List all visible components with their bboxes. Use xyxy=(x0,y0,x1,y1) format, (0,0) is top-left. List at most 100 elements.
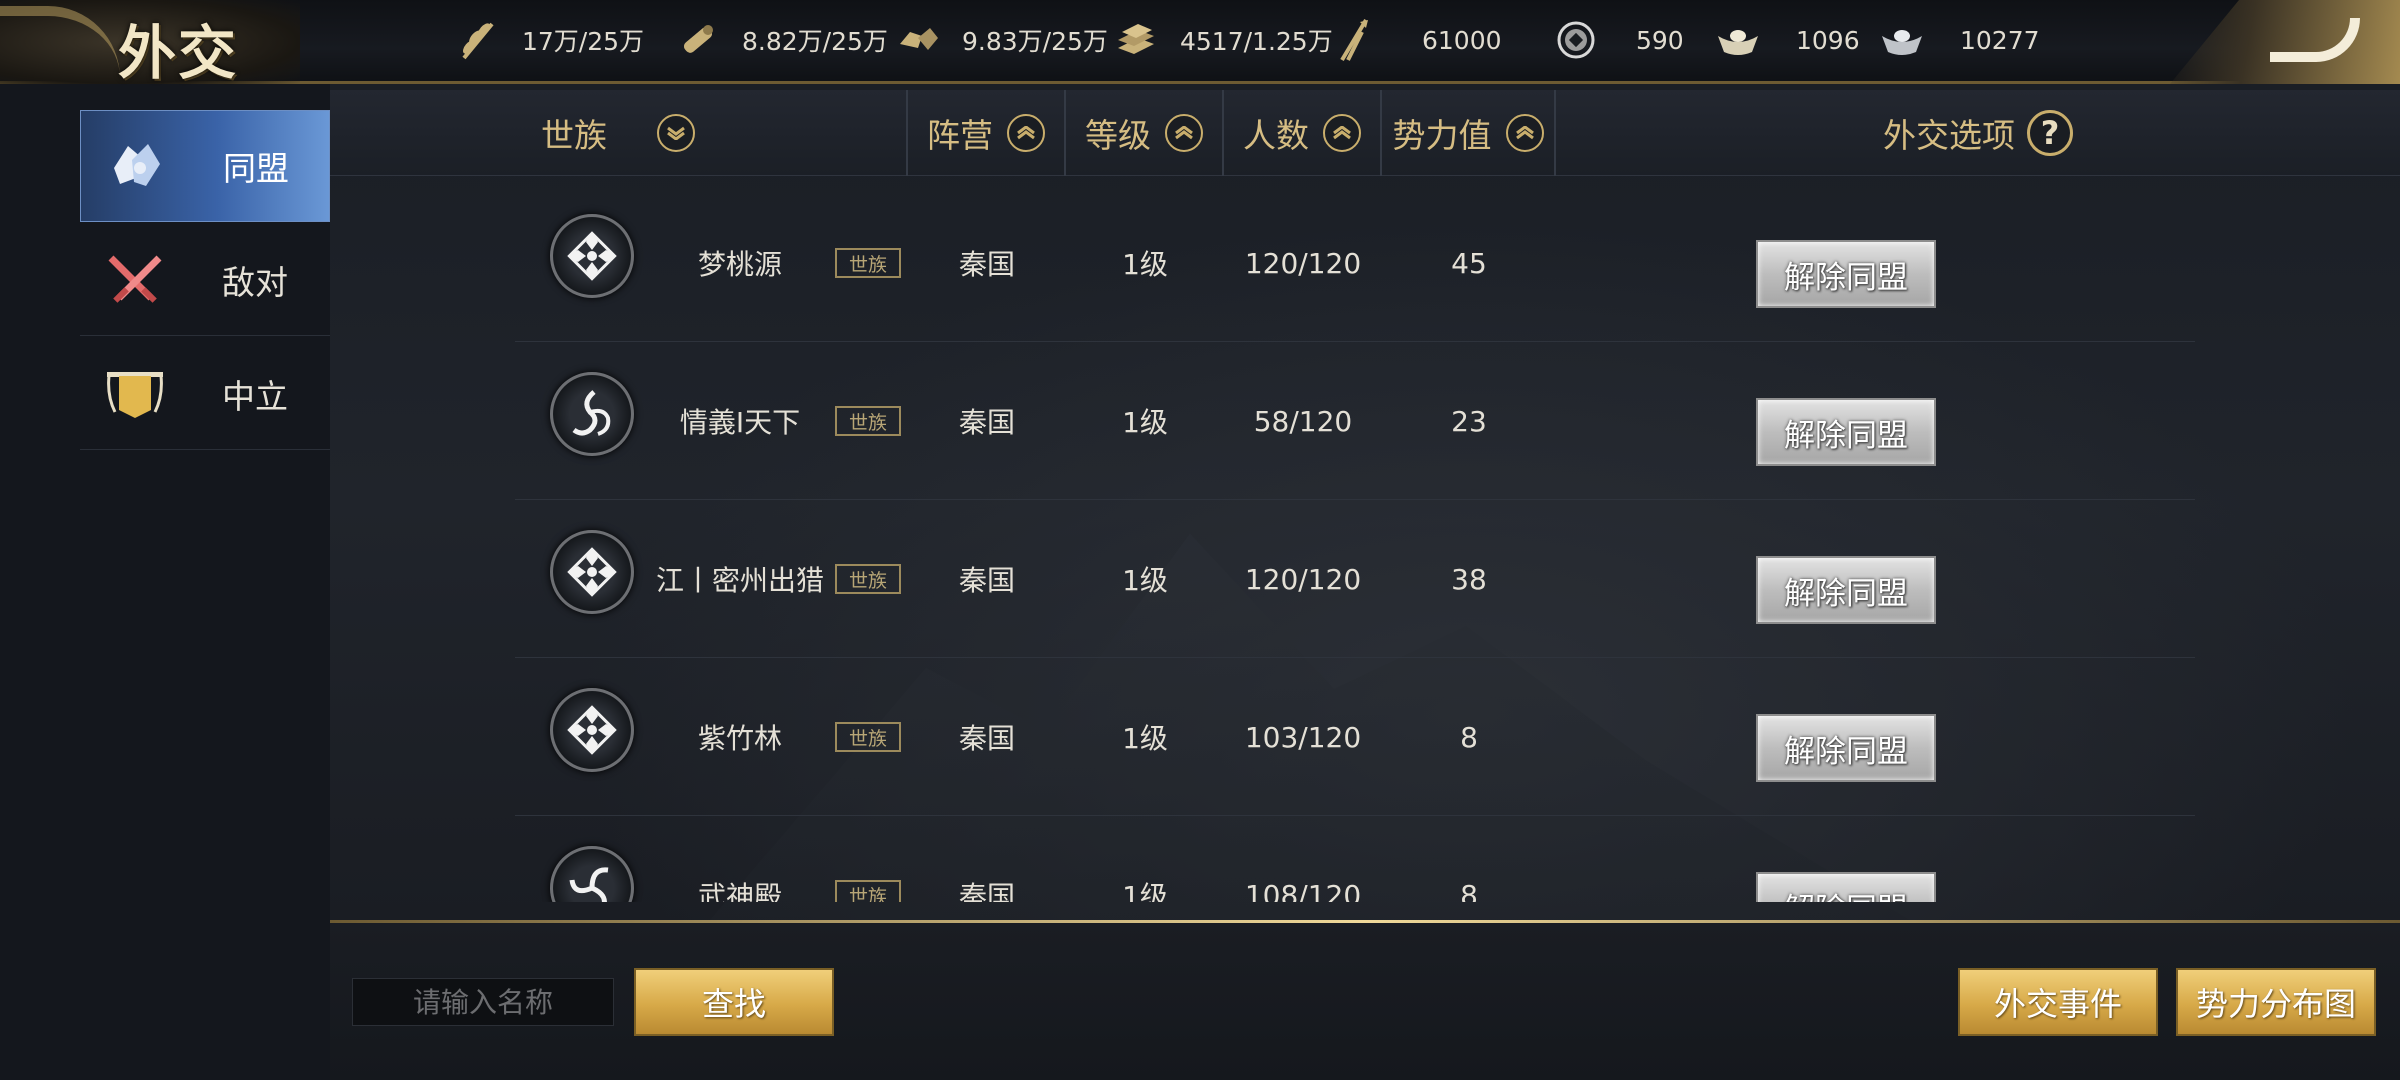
help-icon[interactable]: ? xyxy=(2027,110,2073,156)
stone-icon xyxy=(896,18,940,62)
level-cell: 1级 xyxy=(1122,564,1168,597)
level-cell: 1级 xyxy=(1122,880,1168,902)
table-row[interactable]: 江丨密州出猎 世族 秦国 1级 120/120 38 解除同盟 xyxy=(330,500,2400,658)
diplomacy-events-button[interactable]: 外交事件 xyxy=(1958,968,2158,1036)
sidebar: 同盟 敌对 中立 xyxy=(80,110,330,452)
clan-tag: 世族 xyxy=(835,722,901,752)
sidebar-item-hostile[interactable]: 敌对 xyxy=(80,224,330,336)
level-cell: 1级 xyxy=(1122,406,1168,439)
resource-value: 17万/25万 xyxy=(522,27,645,56)
table-header: 世族 阵营 等级 人数 势力值 外交选项 ? xyxy=(330,90,2400,176)
back-button[interactable] xyxy=(2170,0,2400,84)
flower-emblem-icon xyxy=(550,214,634,298)
resource-value: 8.82万/25万 xyxy=(742,27,888,56)
bottom-bar: 查找 外交事件 势力分布图 xyxy=(330,920,2400,1080)
resource-copper[interactable]: 590 xyxy=(1554,0,1684,80)
clan-name: 梦桃源 xyxy=(697,248,782,281)
sidebar-item-alliance[interactable]: 同盟 xyxy=(80,110,330,222)
level-cell: 1级 xyxy=(1122,248,1168,281)
clan-name: 武神殿 xyxy=(697,880,782,902)
back-arrow-icon xyxy=(2270,18,2360,62)
faction-cell: 秦国 xyxy=(958,880,1015,902)
troops-icon xyxy=(1332,18,1376,62)
power-cell: 38 xyxy=(1451,562,1487,596)
power-map-button[interactable]: 势力分布图 xyxy=(2176,968,2376,1036)
dissolve-alliance-button[interactable]: 解除同盟 xyxy=(1756,398,1936,466)
wood-icon xyxy=(676,18,720,62)
level-cell: 1级 xyxy=(1122,722,1168,755)
resource-value: 10277 xyxy=(1960,25,2040,55)
resource-gold[interactable]: 1096 xyxy=(1716,0,1860,80)
crossed-swords-icon xyxy=(100,250,170,310)
clan-tag: 世族 xyxy=(835,248,901,278)
table-row[interactable]: 情義I天下 世族 秦国 1级 58/120 23 解除同盟 xyxy=(330,342,2400,500)
swirl-emblem-icon xyxy=(550,372,634,456)
search-button[interactable]: 查找 xyxy=(634,968,834,1036)
dissolve-alliance-button[interactable]: 解除同盟 xyxy=(1756,872,1936,902)
sort-asc-icon[interactable] xyxy=(1323,114,1361,152)
resource-silver[interactable]: 10277 xyxy=(1880,0,2040,80)
column-members-label: 人数 xyxy=(1243,116,1309,155)
members-cell: 120/120 xyxy=(1244,246,1362,280)
resource-value: 1096 xyxy=(1796,25,1860,55)
column-power-label: 势力值 xyxy=(1392,116,1492,155)
members-cell: 108/120 xyxy=(1244,878,1362,903)
title-swoosh-decoration xyxy=(0,6,120,78)
resource-stone[interactable]: 9.83万/25万 xyxy=(896,0,1108,80)
power-cell: 8 xyxy=(1460,720,1478,754)
alliance-list: 梦桃源 世族 秦国 1级 120/120 45 解除同盟 情義I天下 世族 秦国… xyxy=(330,184,2400,902)
column-members[interactable]: 人数 xyxy=(1224,90,1382,176)
search-input[interactable] xyxy=(352,978,614,1026)
table-row[interactable]: 梦桃源 世族 秦国 1级 120/120 45 解除同盟 xyxy=(330,184,2400,342)
faction-cell: 秦国 xyxy=(958,722,1015,755)
power-cell: 45 xyxy=(1451,246,1487,280)
column-level-label: 等级 xyxy=(1085,116,1151,155)
column-faction-label: 阵营 xyxy=(927,116,993,155)
alliance-table-panel: 世族 阵营 等级 人数 势力值 外交选项 ? 梦桃源 世族 秦国 1级 120/… xyxy=(330,84,2400,920)
members-cell: 120/120 xyxy=(1244,562,1362,596)
table-row[interactable]: 紫竹林 世族 秦国 1级 103/120 8 解除同盟 xyxy=(330,658,2400,816)
table-row[interactable]: 武神殿 世族 秦国 1级 108/120 8 解除同盟 xyxy=(330,816,2400,902)
sidebar-item-label: 中立 xyxy=(222,376,288,416)
sort-asc-icon[interactable] xyxy=(1007,114,1045,152)
column-clan-label: 世族 xyxy=(541,116,607,155)
bottom-divider-glow xyxy=(330,920,2400,923)
faction-cell: 秦国 xyxy=(958,406,1015,439)
resource-wood[interactable]: 8.82万/25万 xyxy=(676,0,888,80)
page-title: 外交 xyxy=(118,19,239,87)
copper-coin-icon xyxy=(1554,18,1598,62)
resource-iron[interactable]: 4517/1.25万 xyxy=(1114,0,1333,80)
iron-icon xyxy=(1114,18,1158,62)
sort-desc-icon[interactable] xyxy=(657,114,695,152)
clan-tag: 世族 xyxy=(835,406,901,436)
members-cell: 58/120 xyxy=(1253,404,1353,438)
dissolve-alliance-button[interactable]: 解除同盟 xyxy=(1756,714,1936,782)
sort-asc-icon[interactable] xyxy=(1165,114,1203,152)
column-options: 外交选项 ? xyxy=(1556,90,2400,176)
resource-value: 9.83万/25万 xyxy=(962,27,1108,56)
resource-troops[interactable]: 61000 xyxy=(1332,0,1502,80)
top-bar: 外交 17万/25万 8.82万/25万 9.83万/25万 4517/1.25… xyxy=(0,0,2400,87)
gold-ingot-icon xyxy=(1716,18,1760,62)
sidebar-item-neutral[interactable]: 中立 xyxy=(80,338,330,450)
clan-name: 情義I天下 xyxy=(679,406,801,439)
clan-tag: 世族 xyxy=(835,880,901,902)
column-options-label: 外交选项 xyxy=(1883,116,2015,155)
clan-name: 紫竹林 xyxy=(697,722,782,755)
resource-value: 590 xyxy=(1636,25,1684,55)
sidebar-item-label: 敌对 xyxy=(222,262,288,302)
column-power[interactable]: 势力值 xyxy=(1382,90,1556,176)
flower-emblem-icon xyxy=(550,688,634,772)
faction-cell: 秦国 xyxy=(958,248,1015,281)
dissolve-alliance-button[interactable]: 解除同盟 xyxy=(1756,556,1936,624)
title-plate: 外交 xyxy=(0,0,300,87)
column-faction[interactable]: 阵营 xyxy=(908,90,1066,176)
sort-asc-icon[interactable] xyxy=(1505,114,1544,152)
resource-grain[interactable]: 17万/25万 xyxy=(456,0,644,80)
handshake-icon xyxy=(101,136,171,196)
column-clan[interactable]: 世族 xyxy=(330,90,908,176)
power-cell: 23 xyxy=(1451,404,1487,438)
resource-value: 61000 xyxy=(1422,25,1502,55)
column-level[interactable]: 等级 xyxy=(1066,90,1224,176)
dissolve-alliance-button[interactable]: 解除同盟 xyxy=(1756,240,1936,308)
